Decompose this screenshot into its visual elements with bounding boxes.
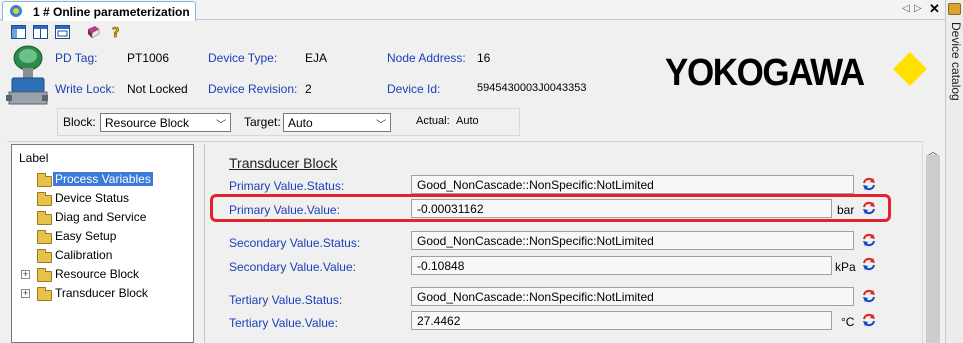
tree-item-calibration[interactable]: Calibration bbox=[12, 248, 192, 266]
param-value-field[interactable]: Good_NonCascade::NonSpecific:NotLimited bbox=[411, 287, 854, 306]
expand-icon[interactable]: + bbox=[21, 289, 30, 298]
param-value-field[interactable]: 27.4462 bbox=[411, 311, 832, 330]
tree-item-label: Diag and Service bbox=[55, 210, 147, 224]
folder-icon bbox=[37, 173, 52, 187]
param-value-field[interactable]: Good_NonCascade::NonSpecific:NotLimited bbox=[411, 175, 854, 194]
highlight-box bbox=[210, 194, 891, 222]
layout-two-icon[interactable] bbox=[33, 25, 48, 39]
folder-icon bbox=[37, 211, 52, 225]
transmitter-device-icon bbox=[6, 45, 48, 105]
tree-item-resource-block[interactable]: + Resource Block bbox=[12, 267, 192, 285]
pd-tag-label: PD Tag: bbox=[55, 51, 98, 65]
device-catalog-panel[interactable]: Device catalog bbox=[945, 0, 963, 343]
layout-one-icon[interactable] bbox=[11, 25, 26, 39]
actual-value: Auto bbox=[456, 115, 479, 127]
tree-item-easy-setup[interactable]: Easy Setup bbox=[12, 229, 192, 247]
tab-scroll-left-icon[interactable]: ◁ bbox=[902, 3, 910, 14]
folder-icon bbox=[37, 192, 52, 206]
tree-item-label: Easy Setup bbox=[55, 229, 117, 243]
param-label: Tertiary Value.Status: bbox=[229, 293, 343, 307]
pd-tag-value: PT1006 bbox=[127, 51, 170, 65]
folder-icon bbox=[37, 249, 52, 263]
chevron-down-icon: ﹀ bbox=[216, 120, 226, 131]
param-value: Good_NonCascade::NonSpecific:NotLimited bbox=[417, 178, 654, 192]
device-revision-value: 2 bbox=[305, 82, 312, 96]
param-unit: kPa bbox=[835, 260, 856, 274]
param-value: -0.10848 bbox=[417, 259, 465, 273]
close-icon[interactable]: ✕ bbox=[929, 1, 940, 17]
target-select-value: Auto bbox=[288, 116, 313, 130]
block-select-value: Resource Block bbox=[105, 116, 190, 130]
book-icon[interactable] bbox=[86, 25, 101, 39]
app-icon bbox=[10, 5, 22, 17]
device-id-label: Device Id: bbox=[387, 82, 441, 96]
vertical-scrollbar[interactable]: ︿ bbox=[922, 141, 943, 343]
section-title: Transducer Block bbox=[229, 155, 338, 171]
layout-three-icon[interactable] bbox=[55, 25, 70, 39]
block-mode-bar: Block: Resource Block ﹀ Target: Auto ﹀ A… bbox=[57, 108, 520, 136]
block-select[interactable]: Resource Block ﹀ bbox=[100, 113, 231, 132]
device-type-label: Device Type: bbox=[208, 51, 278, 65]
tree-item-label: Transducer Block bbox=[55, 286, 148, 300]
device-catalog-label[interactable]: Device catalog bbox=[949, 22, 963, 101]
folder-icon bbox=[37, 268, 52, 282]
block-label: Block: bbox=[63, 115, 96, 129]
device-id-value: 5945430003J0043353 bbox=[477, 82, 587, 94]
actual-label: Actual: bbox=[416, 115, 450, 127]
param-value: Good_NonCascade::NonSpecific:NotLimited bbox=[417, 234, 654, 248]
tree-item-process-variables[interactable]: Process Variables bbox=[12, 172, 192, 190]
tab-online-parameterization[interactable]: 1 # Online parameterization bbox=[2, 1, 196, 21]
param-value: Good_NonCascade::NonSpecific:NotLimited bbox=[417, 290, 654, 304]
node-address-value: 16 bbox=[477, 51, 491, 65]
tree-item-device-status[interactable]: Device Status bbox=[12, 191, 192, 209]
tree-item-label: Resource Block bbox=[55, 267, 140, 281]
catalog-icon bbox=[948, 3, 961, 15]
tree-header: Label bbox=[19, 151, 49, 165]
tree-item-label: Calibration bbox=[55, 248, 113, 262]
param-label: Primary Value.Status: bbox=[229, 179, 345, 193]
param-value-field[interactable]: -0.10848 bbox=[411, 256, 832, 275]
expand-icon[interactable]: + bbox=[21, 270, 30, 279]
param-value-field[interactable]: Good_NonCascade::NonSpecific:NotLimited bbox=[411, 231, 854, 250]
device-type-value: EJA bbox=[305, 51, 328, 65]
yokogawa-logo: YOKOGAWA bbox=[665, 52, 865, 94]
param-value: 27.4462 bbox=[417, 314, 461, 328]
param-unit: °C bbox=[841, 315, 855, 329]
refresh-icon[interactable] bbox=[861, 313, 877, 327]
tree-item-label: Device Status bbox=[55, 191, 130, 205]
tab-scroll-right-icon[interactable]: ▷ bbox=[914, 3, 922, 14]
tab-title: 1 # Online parameterization bbox=[33, 5, 190, 19]
target-select[interactable]: Auto ﹀ bbox=[283, 113, 391, 132]
svg-text:?: ? bbox=[112, 26, 120, 39]
navigation-tree: Label Process Variables Device Status Di… bbox=[11, 144, 194, 343]
folder-icon bbox=[37, 230, 52, 244]
refresh-icon[interactable] bbox=[861, 233, 877, 247]
refresh-icon[interactable] bbox=[861, 177, 877, 191]
toolbar: ? bbox=[0, 21, 945, 43]
scroll-thumb[interactable] bbox=[926, 155, 940, 343]
refresh-icon[interactable] bbox=[861, 289, 877, 303]
write-lock-value: Not Locked bbox=[127, 82, 188, 96]
target-label: Target: bbox=[244, 115, 281, 129]
refresh-icon[interactable] bbox=[861, 257, 877, 271]
write-lock-label: Write Lock: bbox=[55, 82, 115, 96]
param-label: Secondary Value.Status: bbox=[229, 236, 361, 250]
tree-item-label: Process Variables bbox=[53, 172, 153, 186]
tree-item-transducer-block[interactable]: + Transducer Block bbox=[12, 286, 192, 304]
node-address-label: Node Address: bbox=[387, 51, 466, 65]
param-label: Tertiary Value.Value: bbox=[229, 316, 338, 330]
param-label: Secondary Value.Value: bbox=[229, 260, 356, 274]
folder-icon bbox=[37, 287, 52, 301]
tree-item-diag-and-service[interactable]: Diag and Service bbox=[12, 210, 192, 228]
chevron-down-icon: ﹀ bbox=[376, 120, 386, 131]
help-icon[interactable]: ? bbox=[110, 25, 125, 39]
device-revision-label: Device Revision: bbox=[208, 82, 298, 96]
